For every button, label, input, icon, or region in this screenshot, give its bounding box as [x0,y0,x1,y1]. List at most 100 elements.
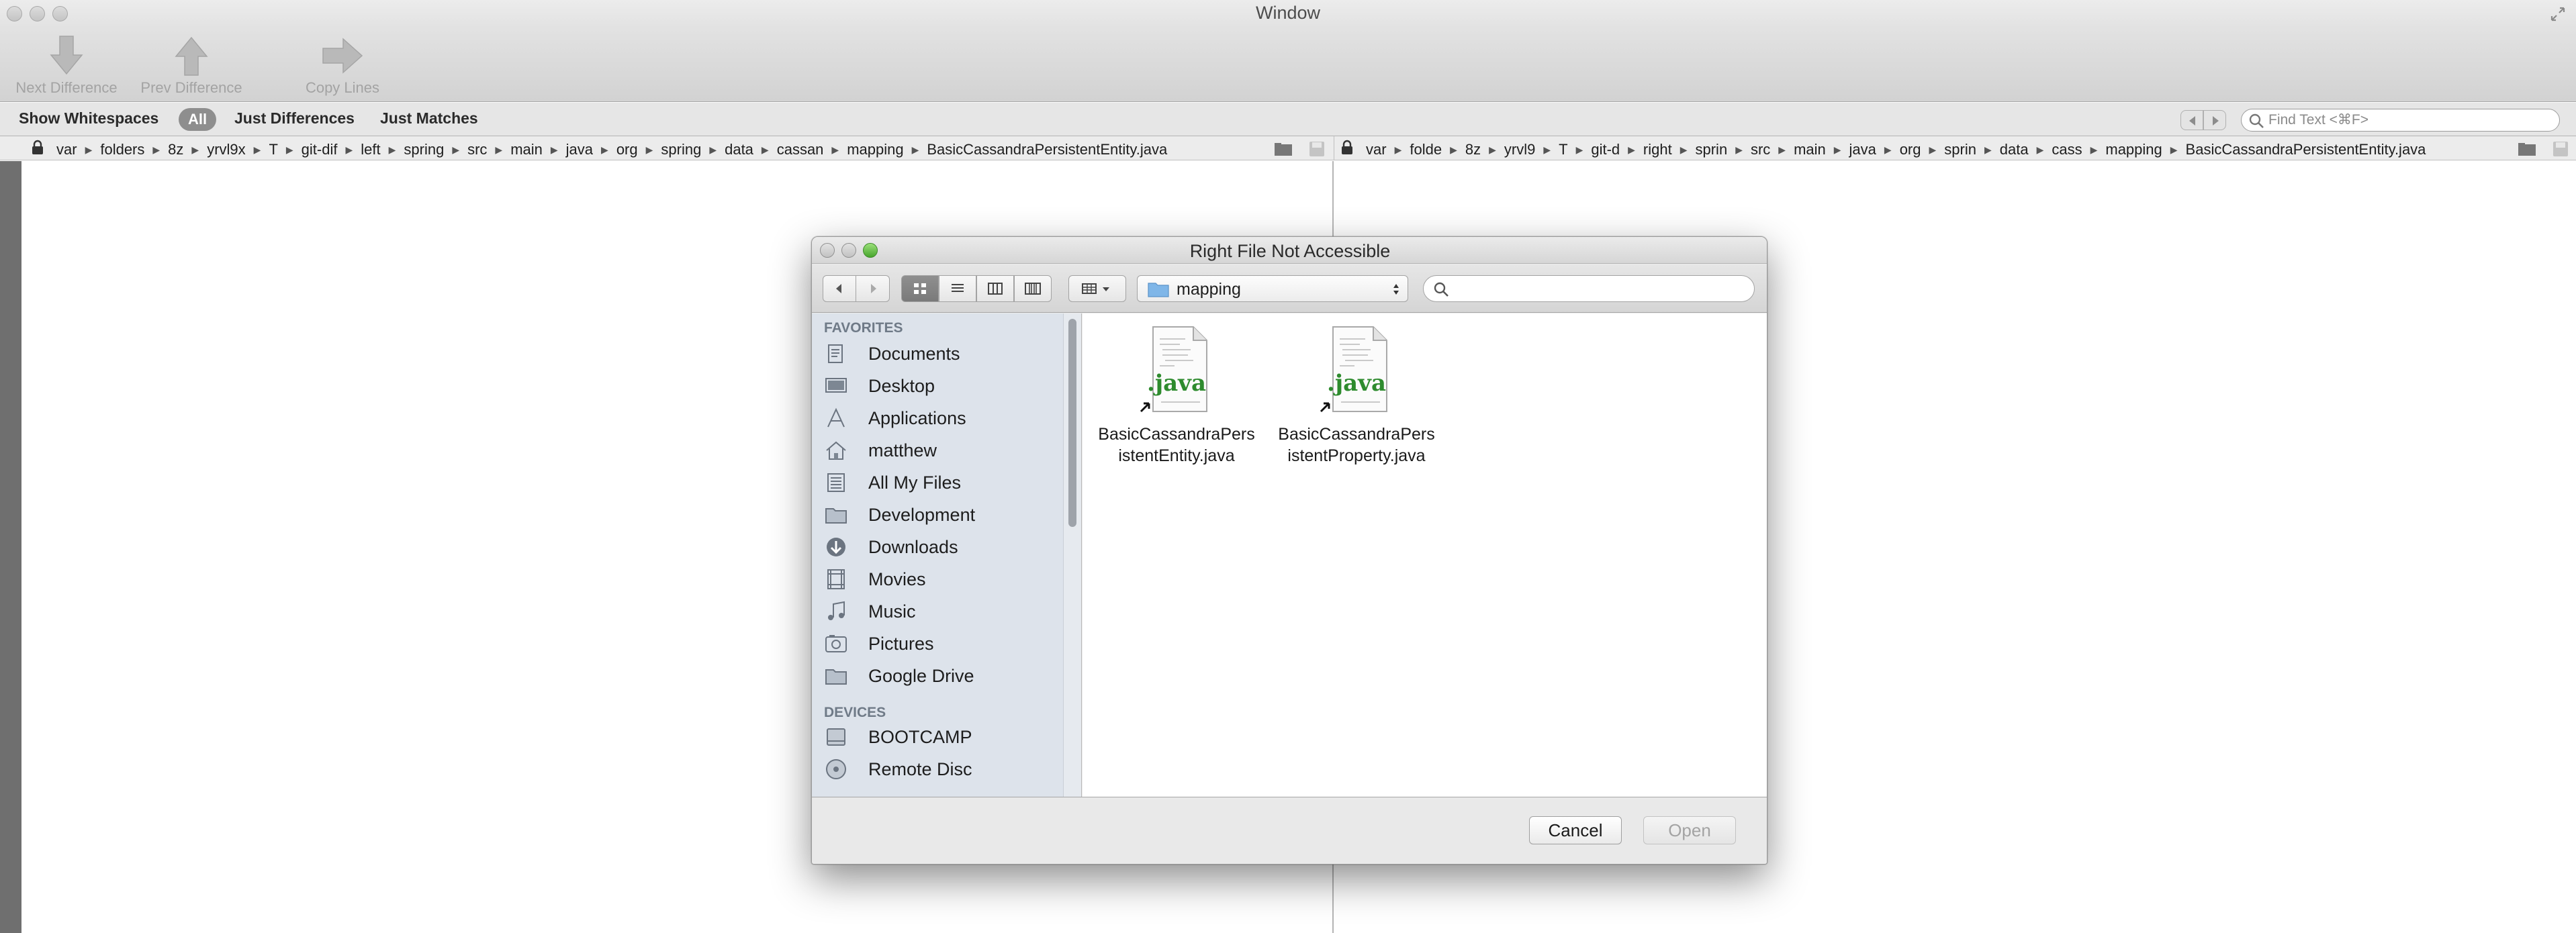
location-popup[interactable]: mapping [1137,275,1408,302]
triangle-left-icon [2189,116,2195,126]
sidebar-item-music[interactable]: Music [824,597,1066,626]
file-item[interactable]: .java BasicCassandraPers istentProperty.… [1276,323,1437,477]
path-segment[interactable]: mapping [2105,141,2162,158]
find-text-field[interactable] [2241,109,2560,132]
open-button[interactable]: Open [1643,816,1736,844]
dialog-search-field[interactable] [1423,275,1755,302]
prev-difference-button[interactable]: Prev Difference [128,35,255,99]
folder-browse-icon[interactable] [1273,142,1295,158]
path-segment[interactable]: spring [404,141,444,158]
sidebar-item-all-my-files[interactable]: All My Files [824,468,1066,497]
java-badge: .java [1147,370,1206,397]
sidebar-item-label: Google Drive [868,666,974,686]
fullscreen-icon[interactable] [2549,5,2567,23]
path-separator-icon: ▶ [1680,144,1688,155]
path-segment[interactable]: right [1643,141,1672,158]
path-segment[interactable]: folde [1410,141,1442,158]
path-segment[interactable]: var [56,141,77,158]
filter-all-button[interactable]: All [179,108,216,131]
path-segment[interactable]: T [269,141,277,158]
path-bar: var ▶ folders ▶ 8z ▶ yrvl9x ▶ T ▶ git-dif ▶ left ▶ spr… [0,136,2576,160]
sidebar-scroll-thumb[interactable] [1068,319,1076,527]
path-segment[interactable]: 8z [168,141,183,158]
column-view-button[interactable] [976,275,1014,302]
path-segment[interactable]: main [1794,141,1826,158]
arrange-button[interactable] [1068,275,1126,302]
sidebar-item-remote-disc[interactable]: Remote Disc [824,754,1066,784]
sidebar-item-label: Remote Disc [868,759,972,779]
path-segment[interactable]: java [566,141,593,158]
arrow-right-icon [322,38,363,74]
path-segment[interactable]: mapping [847,141,903,158]
path-segment[interactable]: git-dif [302,141,338,158]
show-whitespaces-button[interactable]: Show Whitespaces [19,109,158,128]
sidebar-item-label: Pictures [868,634,934,654]
copy-lines-button[interactable]: Copy Lines [279,35,406,99]
path-segment[interactable]: spring [661,141,701,158]
left-path: var ▶ folders ▶ 8z ▶ yrvl9x ▶ T ▶ git-dif ▶ left ▶ spr… [31,140,1167,158]
sidebar-item-label: BOOTCAMP [868,727,972,747]
forward-button[interactable] [856,275,890,302]
path-segment[interactable]: git-d [1591,141,1620,158]
diff-gutter [0,161,21,933]
music-icon [824,599,848,624]
dialog-search-input[interactable] [1453,280,1742,297]
find-next-button[interactable] [2203,110,2226,130]
sidebar-item-applications[interactable]: Applications [824,403,1066,433]
find-previous-button[interactable] [2180,110,2203,130]
path-separator-icon: ▶ [2036,144,2044,155]
path-segment[interactable]: sprin [1696,141,1728,158]
path-segment[interactable]: T [1559,141,1567,158]
path-separator-icon: ▶ [2170,144,2178,155]
next-difference-button[interactable]: Next Difference [3,35,130,99]
path-segment[interactable]: org [616,141,638,158]
path-separator-icon: ▶ [191,144,199,155]
sidebar-item-bootcamp[interactable]: BOOTCAMP [824,722,1066,752]
sidebar-item-desktop[interactable]: Desktop [824,371,1066,401]
find-text-input[interactable] [2268,111,2550,129]
path-segment[interactable]: org [1900,141,1921,158]
sidebar-item-documents[interactable]: Documents [824,339,1066,369]
lock-icon [32,140,43,154]
path-segment[interactable]: java [1849,141,1876,158]
path-segment[interactable]: cassan [777,141,824,158]
path-segment[interactable]: yrvl9 [1504,141,1535,158]
path-segment[interactable]: left [361,141,380,158]
path-segment[interactable]: BasicCassandraPersistentEntity.java [2186,141,2426,158]
cancel-button[interactable]: Cancel [1529,816,1622,844]
path-segment[interactable]: BasicCassandraPersistentEntity.java [927,141,1167,158]
icon-view-button[interactable] [901,275,939,302]
path-segment[interactable]: main [510,141,543,158]
file-name-line1: BasicCassandraPers [1278,425,1435,444]
save-icon[interactable] [2552,140,2569,158]
path-segment[interactable]: sprin [1944,141,1976,158]
back-button[interactable] [823,275,856,302]
file-name: BasicCassandraPers istentProperty.java [1276,424,1437,466]
list-view-button[interactable] [939,275,976,302]
just-differences-button[interactable]: Just Differences [234,109,355,128]
path-separator-icon: ▶ [1735,144,1743,155]
file-item[interactable]: .java BasicCassandraPers istentEntity.ja… [1096,323,1257,477]
save-icon[interactable] [1308,140,1326,158]
cover-flow-icon [1025,283,1041,295]
just-matches-button[interactable]: Just Matches [380,109,478,128]
path-segment[interactable]: cass [2052,141,2082,158]
path-segment[interactable]: 8z [1465,141,1481,158]
path-segment[interactable]: src [1751,141,1770,158]
cover-flow-button[interactable] [1014,275,1052,302]
path-segment[interactable]: yrvl9x [207,141,245,158]
path-segment[interactable]: src [467,141,487,158]
sidebar-item-movies[interactable]: Movies [824,564,1066,594]
path-segment[interactable]: data [2000,141,2029,158]
sidebar-item-pictures[interactable]: Pictures [824,629,1066,658]
path-segment[interactable]: var [1366,141,1387,158]
path-separator-icon: ▶ [452,144,460,155]
path-segment[interactable]: data [725,141,753,158]
path-segment[interactable]: folders [100,141,144,158]
sidebar-item-development[interactable]: Development [824,500,1066,530]
sidebar-item-matthew[interactable]: matthew [824,436,1066,465]
folder-browse-icon[interactable] [2517,142,2538,158]
list-view-icon [952,284,964,292]
sidebar-item-downloads[interactable]: Downloads [824,532,1066,562]
sidebar-item-google-drive[interactable]: Google Drive [824,661,1066,691]
